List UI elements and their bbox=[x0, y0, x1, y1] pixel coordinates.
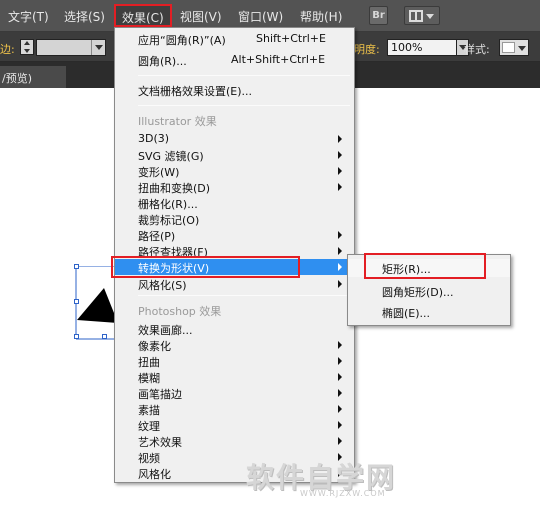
submenu-arrow-icon bbox=[338, 421, 342, 429]
submenu-arrow-icon bbox=[338, 373, 342, 381]
submenu-arrow-icon bbox=[338, 405, 342, 413]
menu-item-warp[interactable]: 变形(W) bbox=[115, 163, 354, 179]
menu-item-label: 素描 bbox=[138, 404, 160, 417]
selection-handle[interactable] bbox=[102, 334, 107, 339]
menu-item-distort[interactable]: 扭曲 bbox=[115, 353, 354, 369]
submenu-item-label: 椭圆(E)... bbox=[382, 307, 431, 320]
menu-item-label: 应用“圆角(R)”(A) bbox=[138, 34, 226, 47]
submenu-arrow-icon bbox=[338, 151, 342, 159]
submenu-arrow-icon bbox=[338, 263, 342, 271]
menu-item-label: 扭曲 bbox=[138, 356, 160, 369]
section-header-label: Illustrator 效果 bbox=[138, 115, 217, 128]
menu-item-apply-last[interactable]: 应用“圆角(R)”(A) Shift+Ctrl+E bbox=[115, 31, 354, 47]
shortcut-label: Shift+Ctrl+E bbox=[256, 32, 326, 45]
menu-item-label: SVG 滤镜(G) bbox=[138, 150, 204, 163]
menu-item-blur[interactable]: 模糊 bbox=[115, 369, 354, 385]
menu-item-texture[interactable]: 纹理 bbox=[115, 417, 354, 433]
submenu-arrow-icon bbox=[338, 167, 342, 175]
section-header-label: Photoshop 效果 bbox=[138, 305, 222, 318]
illustrator-effects-header: Illustrator 效果 bbox=[115, 112, 354, 128]
menu-item-label: 画笔描边 bbox=[138, 388, 182, 401]
menu-help[interactable]: 帮助(H) bbox=[300, 8, 342, 25]
menu-item-stylize[interactable]: 风格化(S) bbox=[115, 276, 354, 292]
menu-item-3d[interactable]: 3D(3) bbox=[115, 131, 354, 147]
menu-item-last-effect[interactable]: 圆角(R)... Alt+Shift+Ctrl+E bbox=[115, 52, 354, 68]
annotation-highlight-box bbox=[364, 253, 486, 279]
menu-separator bbox=[138, 105, 350, 106]
menu-item-distort-transform[interactable]: 扭曲和变换(D) bbox=[115, 179, 354, 195]
menu-item-svg-filters[interactable]: SVG 滤镜(G) bbox=[115, 147, 354, 163]
document-tab[interactable]: /预览) bbox=[0, 66, 66, 88]
submenu-arrow-icon bbox=[338, 183, 342, 191]
style-swatch bbox=[502, 42, 515, 53]
menu-window[interactable]: 窗口(W) bbox=[238, 8, 283, 25]
menu-item-label: 效果画廊... bbox=[138, 324, 193, 337]
arrange-documents-icon[interactable] bbox=[404, 6, 440, 25]
menu-item-label: 扭曲和变换(D) bbox=[138, 182, 211, 195]
menu-text[interactable]: 文字(T) bbox=[8, 8, 49, 25]
menu-item-label: 路径(P) bbox=[138, 230, 176, 243]
menu-item-label: 文档栅格效果设置(E)... bbox=[138, 85, 253, 98]
stroke-stepper[interactable] bbox=[20, 39, 34, 55]
menu-item-label: 像素化 bbox=[138, 340, 171, 353]
menu-item-label: 视频 bbox=[138, 452, 160, 465]
menu-effect[interactable]: 效果(C) bbox=[114, 4, 172, 27]
menu-item-pixelate[interactable]: 像素化 bbox=[115, 337, 354, 353]
menu-item-label: 风格化(S) bbox=[138, 279, 187, 292]
menu-item-label: 纹理 bbox=[138, 420, 160, 433]
submenu-arrow-icon bbox=[338, 280, 342, 288]
opacity-label: 明度: bbox=[354, 43, 380, 56]
chevron-down-icon bbox=[426, 14, 434, 19]
menu-item-rasterize[interactable]: 栅格化(R)... bbox=[115, 195, 354, 211]
selection-handle[interactable] bbox=[74, 264, 79, 269]
photoshop-effects-header: Photoshop 效果 bbox=[115, 302, 354, 318]
menu-select[interactable]: 选择(S) bbox=[64, 8, 105, 25]
menu-item-label: 变形(W) bbox=[138, 166, 180, 179]
grid-icon bbox=[409, 10, 423, 22]
menu-view[interactable]: 视图(V) bbox=[180, 8, 222, 25]
watermark-url: WWW.RJZXW.COM bbox=[300, 489, 386, 498]
menu-item-label: 3D(3) bbox=[138, 132, 170, 145]
menu-item-raster-settings[interactable]: 文档栅格效果设置(E)... bbox=[115, 82, 354, 98]
submenu-arrow-icon bbox=[338, 135, 342, 143]
selection-handle[interactable] bbox=[74, 299, 79, 304]
annotation-highlight-box bbox=[111, 256, 300, 278]
menu-item-brush-strokes[interactable]: 画笔描边 bbox=[115, 385, 354, 401]
submenu-arrow-icon bbox=[338, 437, 342, 445]
chevron-down-icon[interactable] bbox=[91, 40, 105, 55]
submenu-arrow-icon bbox=[338, 341, 342, 349]
effect-menu: 应用“圆角(R)”(A) Shift+Ctrl+E 圆角(R)... Alt+S… bbox=[114, 27, 355, 483]
menu-separator bbox=[138, 75, 350, 76]
submenu-arrow-icon bbox=[338, 231, 342, 239]
style-label: 样式: bbox=[464, 43, 490, 56]
shortcut-label: Alt+Shift+Ctrl+E bbox=[231, 53, 326, 66]
opacity-input[interactable]: 100% bbox=[387, 39, 457, 56]
stroke-weight-field[interactable] bbox=[36, 39, 106, 56]
graphic-style-picker[interactable] bbox=[499, 39, 529, 56]
submenu-arrow-icon bbox=[338, 357, 342, 365]
menu-item-artistic[interactable]: 艺术效果 bbox=[115, 433, 354, 449]
stroke-label: 边: bbox=[0, 43, 15, 56]
menu-item-effect-gallery[interactable]: 效果画廊... bbox=[115, 321, 354, 337]
menu-item-label: 风格化 bbox=[138, 468, 171, 481]
chevron-down-icon bbox=[518, 46, 526, 51]
menu-item-sketch[interactable]: 素描 bbox=[115, 401, 354, 417]
menu-item-label: 模糊 bbox=[138, 372, 160, 385]
submenu-arrow-icon bbox=[338, 389, 342, 397]
menu-item-label: 裁剪标记(O) bbox=[138, 214, 200, 227]
menu-item-label: 圆角(R)... bbox=[138, 55, 187, 68]
submenu-item-ellipse[interactable]: 椭圆(E)... bbox=[348, 303, 510, 321]
menu-separator bbox=[138, 295, 350, 296]
selection-handle[interactable] bbox=[74, 334, 79, 339]
menu-item-label: 艺术效果 bbox=[138, 436, 182, 449]
bridge-button[interactable]: Br bbox=[369, 6, 388, 25]
menu-item-path[interactable]: 路径(P) bbox=[115, 227, 354, 243]
submenu-item-label: 圆角矩形(D)... bbox=[382, 286, 454, 299]
menu-item-label: 栅格化(R)... bbox=[138, 198, 198, 211]
menu-item-crop-marks[interactable]: 裁剪标记(O) bbox=[115, 211, 354, 227]
submenu-arrow-icon bbox=[338, 247, 342, 255]
submenu-item-rounded-rectangle[interactable]: 圆角矩形(D)... bbox=[348, 282, 510, 300]
